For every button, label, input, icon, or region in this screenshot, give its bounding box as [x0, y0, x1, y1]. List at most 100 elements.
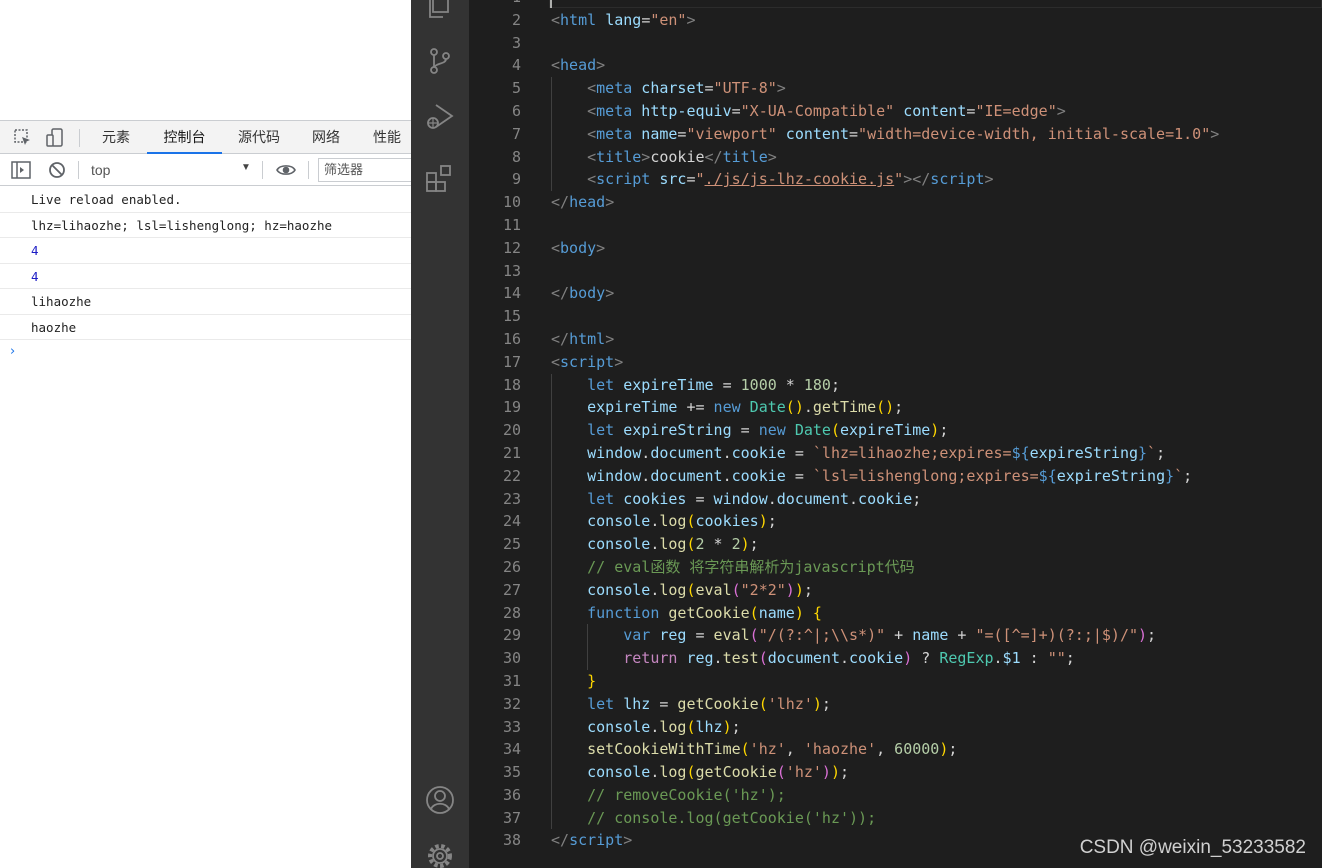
code-token: > — [596, 56, 606, 75]
device-toolbar-icon[interactable] — [44, 127, 66, 149]
tab-network[interactable]: 网络 — [300, 121, 352, 154]
code-token: cookies — [623, 489, 687, 508]
code-token: log — [659, 580, 687, 599]
code-line: 15 — [469, 305, 1322, 328]
code-token: cookie — [849, 649, 904, 668]
indent-guide — [551, 373, 552, 397]
code-line: 18 let expireTime = 1000 * 180; — [469, 373, 1322, 397]
code-line: 20 let expireString = new Date(expireTime… — [469, 419, 1322, 442]
indent-guide — [551, 669, 552, 693]
code-token: } — [587, 671, 597, 690]
code-token: ; — [1147, 626, 1157, 645]
line-number: 14 — [502, 284, 521, 303]
code-line: 2 <html lang="en"> — [469, 9, 1322, 32]
code-token: . — [993, 649, 1003, 668]
tab-console[interactable]: 控制台 — [147, 121, 222, 154]
line-number: 27 — [502, 580, 521, 599]
code-token: content — [903, 101, 967, 120]
code-token: body — [569, 284, 606, 303]
code-line: 4 <head> — [469, 54, 1322, 77]
code-token: = — [686, 489, 714, 508]
code-line: 7 <meta name="viewport" content="width=de… — [469, 122, 1322, 146]
code-line: 28 function getCookie(name) { — [469, 601, 1322, 625]
code-token: eval — [713, 626, 750, 645]
indent-guide — [551, 464, 552, 488]
console-message: Live reload enabled. — [0, 187, 411, 213]
settings-gear-icon[interactable] — [424, 840, 456, 868]
code-token: console — [587, 512, 651, 531]
source-control-icon[interactable] — [424, 45, 456, 77]
code-text: console.log(getCookie('hz')); — [587, 761, 849, 784]
code-token: . — [803, 398, 813, 417]
account-icon[interactable] — [424, 784, 456, 816]
indent-guide — [551, 647, 552, 670]
indent-guide — [551, 99, 552, 123]
code-token: let — [587, 489, 615, 508]
code-token: < — [587, 79, 597, 98]
code-token: = — [731, 421, 759, 440]
code-line: 9 <script src="./js/js-lhz-cookie.js"></s… — [469, 168, 1322, 192]
code-token: name — [912, 626, 949, 645]
code-token: ? — [912, 649, 940, 668]
sidebar-toggle-icon[interactable] — [10, 159, 32, 181]
code-editor[interactable]: 12<html lang="en">34<head>5<meta charset… — [469, 0, 1322, 868]
code-text: </body> — [551, 282, 614, 305]
console-prompt-icon[interactable]: › — [10, 344, 15, 359]
code-token: </ — [551, 329, 570, 348]
code-line: 11 — [469, 214, 1322, 237]
code-token: ; — [939, 421, 949, 440]
code-token: expireTime — [623, 375, 714, 394]
code-lines: 12<html lang="en">34<head>5<meta charset… — [469, 0, 1322, 852]
extensions-icon[interactable] — [424, 162, 456, 194]
chevron-down-icon[interactable]: ▼ — [241, 162, 251, 173]
tab-performance[interactable]: 性能 — [364, 121, 410, 154]
code-token: meta — [596, 101, 633, 120]
code-token: < — [587, 101, 597, 120]
tab-elements[interactable]: 元素 — [92, 121, 140, 154]
line-number: 16 — [502, 329, 521, 348]
code-token: new — [758, 421, 786, 440]
code-token: console — [587, 717, 651, 736]
run-debug-icon[interactable] — [424, 101, 456, 133]
code-token: "en" — [650, 10, 687, 29]
indent-guide — [551, 145, 552, 169]
eye-icon[interactable] — [275, 159, 297, 181]
line-number: 12 — [502, 238, 521, 257]
clear-console-icon[interactable] — [46, 159, 68, 181]
code-token: ; — [821, 694, 831, 713]
indent-guide — [551, 396, 552, 420]
code-token: . — [641, 466, 651, 485]
code-token: "2*2" — [740, 580, 786, 599]
context-selector[interactable]: top — [91, 162, 110, 178]
code-token: expireString — [1029, 443, 1139, 462]
toolbar-divider — [308, 161, 309, 179]
code-text: <meta charset="UTF-8"> — [587, 77, 786, 100]
line-number: 30 — [502, 649, 521, 668]
code-token: 'hz' — [785, 763, 822, 782]
code-token: . — [650, 763, 660, 782]
explorer-icon[interactable] — [424, 0, 456, 22]
code-token: title — [596, 147, 642, 166]
code-token: expireTime — [839, 421, 931, 440]
code-token: 180 — [803, 375, 831, 394]
line-number: 31 — [502, 671, 521, 690]
line-number: 23 — [502, 489, 521, 508]
code-text: return reg.test(document.cookie) ? RegEx… — [623, 647, 1075, 670]
line-number: 26 — [502, 557, 521, 576]
code-text: </html> — [551, 328, 614, 351]
filter-input[interactable] — [318, 158, 411, 182]
code-token: ) — [903, 649, 913, 668]
code-token: " — [695, 170, 705, 189]
code-token: = — [650, 694, 678, 713]
code-token: < — [551, 56, 561, 75]
inspect-element-icon[interactable] — [12, 127, 34, 149]
line-number: 18 — [502, 375, 521, 394]
tab-sources[interactable]: 源代码 — [228, 121, 290, 154]
code-token: </ — [704, 147, 723, 166]
code-token: . — [650, 717, 660, 736]
devtools-panel: 元素 控制台 源代码 网络 性能 top ▼ Live reload enabl… — [0, 0, 411, 868]
code-token: window — [713, 489, 768, 508]
code-text: setCookieWithTime('hz', 'haozhe', 60000)… — [587, 738, 957, 761]
